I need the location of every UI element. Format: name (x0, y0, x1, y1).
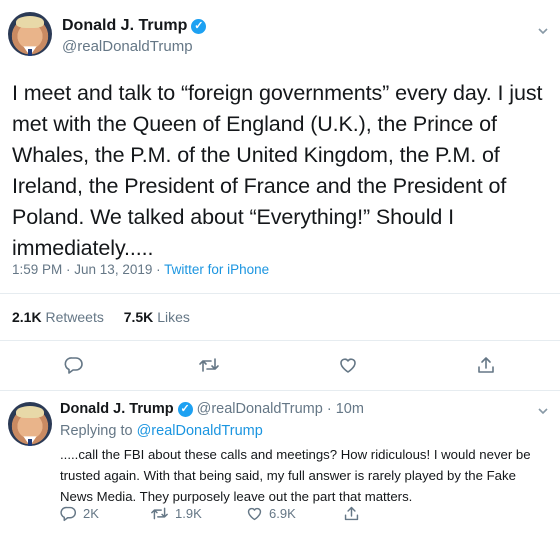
divider (0, 340, 560, 341)
share-button[interactable] (343, 505, 360, 522)
reply-count-button[interactable]: 2K (60, 505, 99, 522)
tweet-time[interactable]: 1:59 PM (12, 262, 62, 277)
heart-icon[interactable] (338, 355, 358, 380)
replying-to-link[interactable]: @realDonaldTrump (137, 423, 263, 439)
reply-author-name[interactable]: Donald J. Trump (60, 401, 174, 417)
reply-icon[interactable] (64, 355, 84, 380)
share-icon[interactable] (476, 355, 496, 380)
heart-icon (247, 507, 262, 521)
retweet-count-button[interactable]: 1.9K (150, 505, 202, 522)
avatar[interactable] (8, 402, 52, 446)
author-handle[interactable]: @realDonaldTrump (62, 38, 193, 55)
tweet-source[interactable]: Twitter for iPhone (164, 262, 269, 277)
tweet-date[interactable]: Jun 13, 2019 (74, 262, 152, 277)
tweet-meta: 1:59 PM · Jun 13, 2019 · Twitter for iPh… (12, 262, 270, 277)
reply-icon (60, 506, 76, 522)
tweet-text: I meet and talk to “foreign governments”… (12, 81, 543, 260)
reply-text: .....call the FBI about these calls and … (60, 447, 531, 504)
verified-badge-icon: ✓ (177, 402, 193, 417)
share-icon (344, 506, 359, 521)
reply-author-handle[interactable]: @realDonaldTrump (197, 401, 323, 417)
tweet-stats: 2.1K Retweets 7.5K Likes (12, 309, 190, 325)
author-name[interactable]: Donald J. Trump ✓ (62, 17, 207, 35)
chevron-down-icon[interactable] (536, 24, 550, 41)
reply-time[interactable]: 10m (336, 401, 364, 417)
verified-badge-icon: ✓ (191, 19, 207, 34)
retweet-icon[interactable] (198, 355, 220, 380)
reply-header: Donald J. Trump ✓ @realDonaldTrump · 10m (60, 401, 364, 417)
divider (0, 293, 560, 294)
likes-stat[interactable]: 7.5K Likes (124, 309, 190, 325)
retweets-stat[interactable]: 2.1K Retweets (12, 309, 104, 325)
retweet-icon (151, 507, 168, 520)
avatar[interactable] (8, 12, 52, 56)
divider (0, 390, 560, 391)
replying-to: Replying to @realDonaldTrump (60, 423, 263, 439)
like-count-button[interactable]: 6.9K (246, 505, 296, 522)
chevron-down-icon[interactable] (536, 404, 550, 421)
